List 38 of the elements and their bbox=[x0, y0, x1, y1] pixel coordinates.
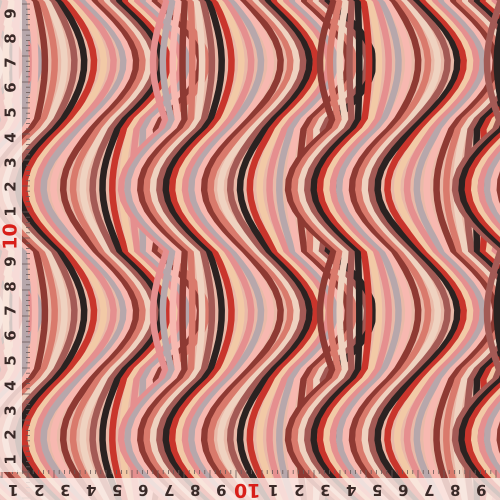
ruler-number: 5 bbox=[112, 482, 122, 496]
ruler-number: 1 bbox=[4, 454, 18, 465]
ruler-number: 5 bbox=[372, 482, 382, 496]
ruler-number: 3 bbox=[60, 482, 70, 496]
ruler-number: 7 bbox=[4, 306, 18, 316]
ruler-number: 2 bbox=[34, 482, 44, 496]
ruler-number: 6 bbox=[398, 482, 408, 496]
ruler-number: 5 bbox=[4, 107, 18, 118]
ruler-number: 7 bbox=[4, 58, 18, 68]
ruler-number: 7 bbox=[164, 482, 174, 496]
ruler-number: 6 bbox=[138, 482, 148, 496]
ruler-number: 1 bbox=[268, 482, 278, 496]
ruler-number: 2 bbox=[294, 482, 304, 496]
ruler-number: 10 bbox=[234, 480, 260, 498]
ruler-number: 4 bbox=[4, 132, 18, 142]
ruler-number: 9 bbox=[476, 482, 486, 496]
ruler-number: 8 bbox=[4, 32, 18, 44]
ruler-number: 9 bbox=[4, 256, 18, 266]
ruler-number: 8 bbox=[4, 280, 18, 292]
ruler-number: 6 bbox=[4, 330, 18, 341]
ruler-number: 9 bbox=[4, 8, 18, 18]
ruler-number: 8 bbox=[190, 482, 200, 496]
ruler-number: 1 bbox=[4, 206, 18, 217]
ruler-number: 10 bbox=[2, 223, 20, 250]
ruler-number: 4 bbox=[346, 482, 356, 496]
ruler-number: 2 bbox=[4, 182, 18, 192]
ruler-number: 2 bbox=[4, 430, 18, 440]
ruler-number: 8 bbox=[450, 482, 460, 496]
ruler-number: 3 bbox=[4, 404, 18, 416]
ruler-number: 3 bbox=[320, 482, 330, 496]
ruler-number: 9 bbox=[216, 482, 226, 496]
ruler-number: 6 bbox=[4, 82, 18, 93]
ruler-number: 1 bbox=[8, 482, 18, 496]
ruler-number: 4 bbox=[86, 482, 96, 496]
ruler-number: 3 bbox=[4, 156, 18, 168]
ruler-number: 4 bbox=[4, 380, 18, 390]
ruler-number: 5 bbox=[4, 355, 18, 366]
ruler-number: 7 bbox=[424, 482, 434, 496]
